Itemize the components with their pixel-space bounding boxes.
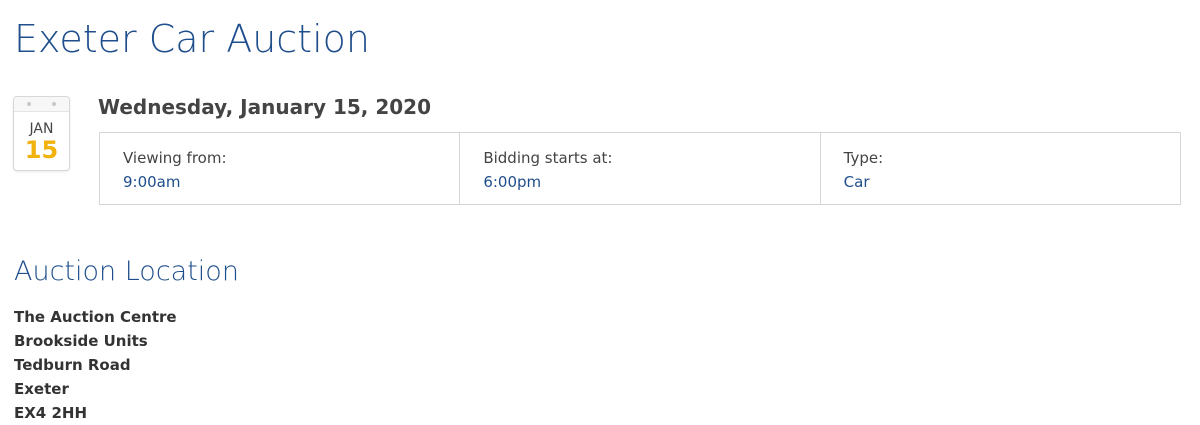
calendar-ring-left <box>27 102 31 106</box>
viewing-from-cell: Viewing from: 9:00am <box>100 133 461 204</box>
auction-address: The Auction Centre Brookside Units Tedbu… <box>14 305 177 425</box>
viewing-from-label: Viewing from: <box>123 149 227 167</box>
address-line: Exeter <box>14 380 69 398</box>
auction-type-label: Type: <box>843 149 884 167</box>
bidding-starts-cell: Bidding starts at: 6:00pm <box>460 133 821 204</box>
calendar-day: 15 <box>24 136 59 164</box>
auction-details-table: Viewing from: 9:00am Bidding starts at: … <box>99 132 1181 205</box>
address-line: EX4 2HH <box>14 404 88 422</box>
bidding-starts-label: Bidding starts at: <box>483 149 613 167</box>
auction-location-heading: Auction Location <box>14 256 239 287</box>
page-title: Exeter Car Auction <box>14 17 370 61</box>
auction-type-cell: Type: Car <box>821 133 1180 204</box>
bidding-starts-value: 6:00pm <box>483 173 542 191</box>
calendar-month: JAN <box>29 121 54 137</box>
calendar-ring-right <box>52 102 56 106</box>
calendar-icon: JAN 15 <box>13 96 70 171</box>
address-line: The Auction Centre <box>14 308 177 326</box>
calendar-binding <box>14 97 69 112</box>
event-date-heading: Wednesday, January 15, 2020 <box>98 95 432 119</box>
address-line: Tedburn Road <box>14 356 131 374</box>
viewing-from-value: 9:00am <box>123 173 181 191</box>
address-line: Brookside Units <box>14 332 148 350</box>
auction-type-value: Car <box>843 173 870 191</box>
